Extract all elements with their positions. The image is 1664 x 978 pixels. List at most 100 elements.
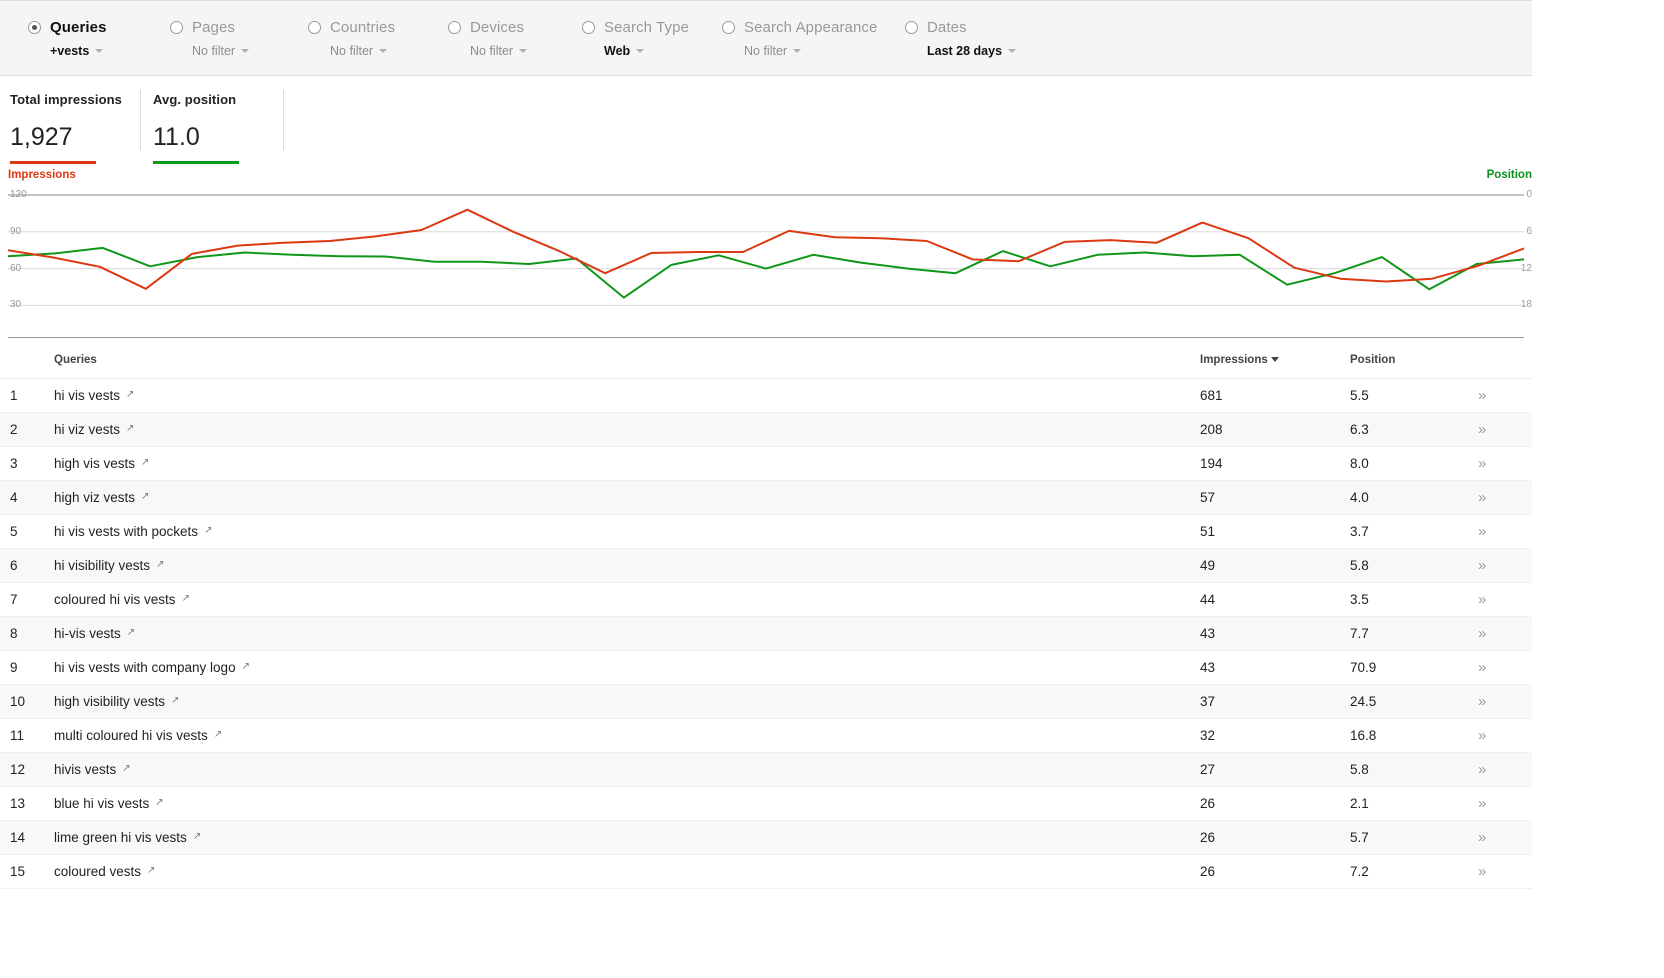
chevron-double-right-icon[interactable]: »	[1478, 693, 1486, 710]
row-query[interactable]: hi vis vests with company logo ↗	[54, 650, 1200, 685]
row-query[interactable]: high viz vests ↗	[54, 480, 1200, 515]
row-expand[interactable]: »	[1478, 412, 1532, 447]
row-query-text[interactable]: high vis vests	[54, 456, 135, 471]
row-query[interactable]: coloured hi vis vests ↗	[54, 582, 1200, 617]
row-query[interactable]: high visibility vests ↗	[54, 684, 1200, 719]
table-row[interactable]: 7 coloured hi vis vests ↗ 44 3.5»	[0, 582, 1532, 617]
chevron-double-right-icon[interactable]: »	[1478, 421, 1486, 438]
chevron-double-right-icon[interactable]: »	[1478, 659, 1486, 676]
external-link-icon[interactable]: ↗	[141, 457, 149, 468]
th-position[interactable]: Position	[1350, 344, 1478, 379]
row-query[interactable]: hi-vis vests ↗	[54, 616, 1200, 651]
metric-avg-position[interactable]: Avg. position 11.0	[153, 92, 263, 164]
sort-desc-icon[interactable]	[1270, 357, 1279, 363]
row-query-text[interactable]: high viz vests	[54, 490, 135, 505]
chevron-double-right-icon[interactable]: »	[1478, 387, 1486, 404]
table-row[interactable]: 13 blue hi vis vests ↗ 26 2.1»	[0, 786, 1532, 821]
filter-value-queries[interactable]: +vests	[50, 44, 107, 58]
table-row[interactable]: 14 lime green hi vis vests ↗ 26 5.7»	[0, 820, 1532, 855]
row-query-text[interactable]: hi vis vests	[54, 388, 120, 403]
chevron-double-right-icon[interactable]: »	[1478, 727, 1486, 744]
row-query-text[interactable]: coloured vests	[54, 864, 141, 879]
row-expand[interactable]: »	[1478, 548, 1532, 583]
table-row[interactable]: 15 coloured vests ↗ 26 7.2»	[0, 854, 1532, 889]
radio-pages[interactable]	[170, 20, 183, 34]
external-link-icon[interactable]: ↗	[141, 491, 149, 502]
chevron-double-right-icon[interactable]: »	[1478, 523, 1486, 540]
external-link-icon[interactable]: ↗	[122, 763, 130, 774]
external-link-icon[interactable]: ↗	[214, 729, 222, 740]
radio-search-appearance[interactable]	[722, 20, 735, 34]
table-row[interactable]: 4 high viz vests ↗ 57 4.0»	[0, 480, 1532, 515]
filter-countries[interactable]: Countries No filter	[308, 17, 395, 58]
table-row[interactable]: 10 high visibility vests ↗ 37 24.5»	[0, 684, 1532, 719]
row-query[interactable]: high vis vests ↗	[54, 446, 1200, 481]
table-row[interactable]: 6 hi visibility vests ↗ 49 5.8»	[0, 548, 1532, 583]
row-expand[interactable]: »	[1478, 616, 1532, 651]
filter-search-type[interactable]: Search Type Web	[582, 17, 689, 58]
filter-search-appearance[interactable]: Search Appearance No filter	[722, 17, 877, 58]
chevron-double-right-icon[interactable]: »	[1478, 829, 1486, 846]
external-link-icon[interactable]: ↗	[193, 831, 201, 842]
row-query-text[interactable]: hi visibility vests	[54, 558, 150, 573]
filter-value-search-appearance[interactable]: No filter	[744, 44, 877, 58]
row-expand[interactable]: »	[1478, 854, 1532, 889]
row-query[interactable]: blue hi vis vests ↗	[54, 786, 1200, 821]
external-link-icon[interactable]: ↗	[204, 525, 212, 536]
row-query[interactable]: hi visibility vests ↗	[54, 548, 1200, 583]
filter-value-search-type[interactable]: Web	[604, 44, 689, 58]
row-expand[interactable]: »	[1478, 378, 1532, 413]
external-link-icon[interactable]: ↗	[155, 797, 163, 808]
row-query-text[interactable]: blue hi vis vests	[54, 796, 149, 811]
chevron-double-right-icon[interactable]: »	[1478, 625, 1486, 642]
table-row[interactable]: 9 hi vis vests with company logo ↗ 43 70.9»	[0, 650, 1532, 685]
external-link-icon[interactable]: ↗	[127, 627, 135, 638]
row-expand[interactable]: »	[1478, 752, 1532, 787]
external-link-icon[interactable]: ↗	[126, 389, 134, 400]
row-expand[interactable]: »	[1478, 480, 1532, 515]
filter-devices[interactable]: Devices No filter	[448, 17, 528, 58]
filter-dates[interactable]: Dates Last 28 days	[905, 17, 1017, 58]
chevron-double-right-icon[interactable]: »	[1478, 455, 1486, 472]
row-query-text[interactable]: multi coloured hi vis vests	[54, 728, 208, 743]
table-row[interactable]: 11 multi coloured hi vis vests ↗ 32 16.8»	[0, 718, 1532, 753]
table-row[interactable]: 2 hi viz vests ↗ 208 6.3»	[0, 412, 1532, 447]
row-expand[interactable]: »	[1478, 820, 1532, 855]
row-expand[interactable]: »	[1478, 446, 1532, 481]
filter-pages[interactable]: Pages No filter	[170, 17, 250, 58]
row-query[interactable]: hi vis vests with pockets ↗	[54, 514, 1200, 549]
radio-search-type[interactable]	[582, 20, 595, 34]
chevron-double-right-icon[interactable]: »	[1478, 489, 1486, 506]
row-query[interactable]: hivis vests ↗	[54, 752, 1200, 787]
row-query-text[interactable]: hi vis vests with pockets	[54, 524, 198, 539]
table-row[interactable]: 1 hi vis vests ↗ 681 5.5»	[0, 378, 1532, 413]
row-query-text[interactable]: hi-vis vests	[54, 626, 121, 641]
row-query-text[interactable]: high visibility vests	[54, 694, 165, 709]
row-query-text[interactable]: hi viz vests	[54, 422, 120, 437]
row-query-text[interactable]: hi vis vests with company logo	[54, 660, 236, 675]
metric-total-impressions[interactable]: Total impressions 1,927	[10, 92, 146, 164]
filter-value-countries[interactable]: No filter	[330, 44, 395, 58]
table-row[interactable]: 3 high vis vests ↗ 194 8.0»	[0, 446, 1532, 481]
row-query-text[interactable]: hivis vests	[54, 762, 116, 777]
row-query-text[interactable]: coloured hi vis vests	[54, 592, 176, 607]
external-link-icon[interactable]: ↗	[182, 593, 190, 604]
filter-value-devices[interactable]: No filter	[470, 44, 528, 58]
filter-value-dates[interactable]: Last 28 days	[927, 44, 1017, 58]
chevron-double-right-icon[interactable]: »	[1478, 591, 1486, 608]
row-query[interactable]: hi viz vests ↗	[54, 412, 1200, 447]
row-expand[interactable]: »	[1478, 582, 1532, 617]
row-expand[interactable]: »	[1478, 684, 1532, 719]
row-expand[interactable]: »	[1478, 786, 1532, 821]
th-queries[interactable]: Queries	[54, 344, 1200, 379]
external-link-icon[interactable]: ↗	[171, 695, 179, 706]
external-link-icon[interactable]: ↗	[242, 661, 250, 672]
row-expand[interactable]: »	[1478, 514, 1532, 549]
th-impressions[interactable]: Impressions	[1200, 344, 1350, 379]
radio-queries[interactable]	[28, 20, 41, 34]
row-expand[interactable]: »	[1478, 650, 1532, 685]
row-query[interactable]: multi coloured hi vis vests ↗	[54, 718, 1200, 753]
external-link-icon[interactable]: ↗	[126, 423, 134, 434]
row-query[interactable]: hi vis vests ↗	[54, 378, 1200, 413]
radio-countries[interactable]	[308, 20, 321, 34]
